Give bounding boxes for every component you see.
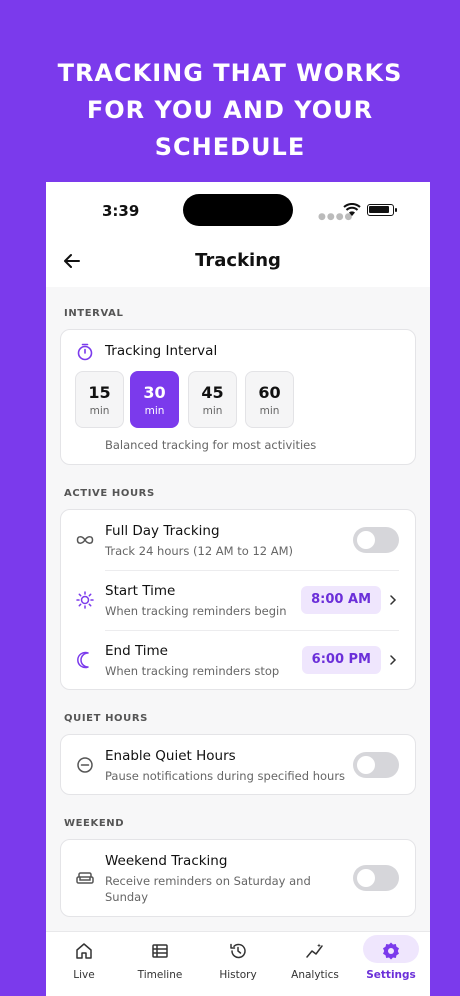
gear-icon xyxy=(383,942,399,960)
tab-analytics[interactable]: Analytics xyxy=(277,932,353,996)
divider xyxy=(105,630,399,631)
promo-line-2: for you and your xyxy=(86,96,374,124)
tab-label: Timeline xyxy=(137,969,183,981)
timer-icon xyxy=(77,343,93,361)
status-time: 3:39 xyxy=(102,202,140,220)
analytics-icon xyxy=(306,943,323,958)
tab-settings[interactable]: Settings xyxy=(353,932,429,996)
minus-circle-icon xyxy=(77,757,93,773)
interval-unit: min xyxy=(89,405,110,417)
battery-icon xyxy=(367,204,397,216)
section-label-active-hours: ACTIVE HOURS xyxy=(64,488,155,499)
interval-options: 15 min 30 min 45 min 60 min xyxy=(61,371,415,429)
tab-history[interactable]: History xyxy=(200,932,276,996)
moon-icon xyxy=(77,651,89,669)
interval-value: 45 xyxy=(201,383,224,402)
interval-option-15[interactable]: 15 min xyxy=(75,371,124,428)
end-time-title: End Time xyxy=(105,643,168,659)
wifi-icon xyxy=(343,203,361,216)
interval-title: Tracking Interval xyxy=(105,343,218,359)
interval-value: 30 xyxy=(143,383,166,402)
weekend-title: Weekend Tracking xyxy=(105,853,228,869)
phone-screen: 3:39 ●●●● Tracking INTERVAL Tracking Int… xyxy=(46,182,430,996)
sun-icon xyxy=(76,591,94,609)
interval-card: Tracking Interval 15 min 30 min 45 min 6… xyxy=(60,329,416,465)
tab-label: Analytics xyxy=(291,969,339,981)
end-time-subtitle: When tracking reminders stop xyxy=(105,664,280,678)
start-time-subtitle: When tracking reminders begin xyxy=(105,604,287,618)
weekend-subtitle-line-2: Sunday xyxy=(105,890,149,904)
interval-option-30[interactable]: 30 min xyxy=(130,371,179,428)
tab-label: History xyxy=(219,969,257,981)
tab-bar: Live Timeline History Analytics Settings xyxy=(46,931,430,996)
start-time-value[interactable]: 8:00 AM xyxy=(301,586,381,614)
tab-timeline[interactable]: Timeline xyxy=(122,932,198,996)
section-label-weekend: WEEKEND xyxy=(64,818,125,829)
tab-label: Live xyxy=(73,969,95,981)
interval-option-45[interactable]: 45 min xyxy=(188,371,237,428)
section-label-quiet-hours: QUIET HOURS xyxy=(64,713,148,724)
promo-headline: Tracking that works for you and your sch… xyxy=(0,55,460,166)
weekend-subtitle-line-1: Receive reminders on Saturday and xyxy=(105,874,311,888)
tab-label: Settings xyxy=(366,969,416,981)
interval-value: 15 xyxy=(88,383,111,402)
quiet-hours-card: Enable Quiet Hours Pause notifications d… xyxy=(60,734,416,795)
tab-live[interactable]: Live xyxy=(46,932,122,996)
chevron-right-icon[interactable] xyxy=(388,595,398,605)
chevron-right-icon[interactable] xyxy=(388,655,398,665)
full-day-subtitle: Track 24 hours (12 AM to 12 AM) xyxy=(105,544,294,558)
full-day-title: Full Day Tracking xyxy=(105,523,220,539)
interval-option-60[interactable]: 60 min xyxy=(245,371,294,428)
infinity-icon xyxy=(76,536,94,544)
weekend-toggle[interactable] xyxy=(353,865,399,891)
sofa-icon xyxy=(76,872,94,884)
interval-unit: min xyxy=(259,405,280,417)
quiet-hours-title: Enable Quiet Hours xyxy=(105,748,236,764)
status-bar: 3:39 ●●●● xyxy=(46,182,430,242)
promo-line-1: Tracking that works xyxy=(57,59,403,87)
list-icon xyxy=(152,944,168,958)
end-time-value[interactable]: 6:00 PM xyxy=(301,646,381,674)
page-title: Tracking xyxy=(195,250,281,271)
history-icon xyxy=(230,943,246,959)
quiet-hours-toggle[interactable] xyxy=(353,752,399,778)
dynamic-island xyxy=(183,194,293,226)
active-hours-card: Full Day Tracking Track 24 hours (12 AM … xyxy=(60,509,416,690)
quiet-hours-subtitle: Pause notifications during specified hou… xyxy=(105,769,346,783)
start-time-title: Start Time xyxy=(105,583,176,599)
home-icon xyxy=(76,943,92,959)
promo-line-3: schedule xyxy=(154,133,306,161)
weekend-card: Weekend Tracking Receive reminders on Sa… xyxy=(60,839,416,917)
divider xyxy=(105,570,399,571)
interval-description: Balanced tracking for most activities xyxy=(105,438,317,452)
section-label-interval: INTERVAL xyxy=(64,308,124,319)
nav-header: Tracking xyxy=(46,242,430,287)
interval-unit: min xyxy=(144,405,165,417)
full-day-toggle[interactable] xyxy=(353,527,399,553)
interval-unit: min xyxy=(202,405,223,417)
interval-value: 60 xyxy=(258,383,281,402)
